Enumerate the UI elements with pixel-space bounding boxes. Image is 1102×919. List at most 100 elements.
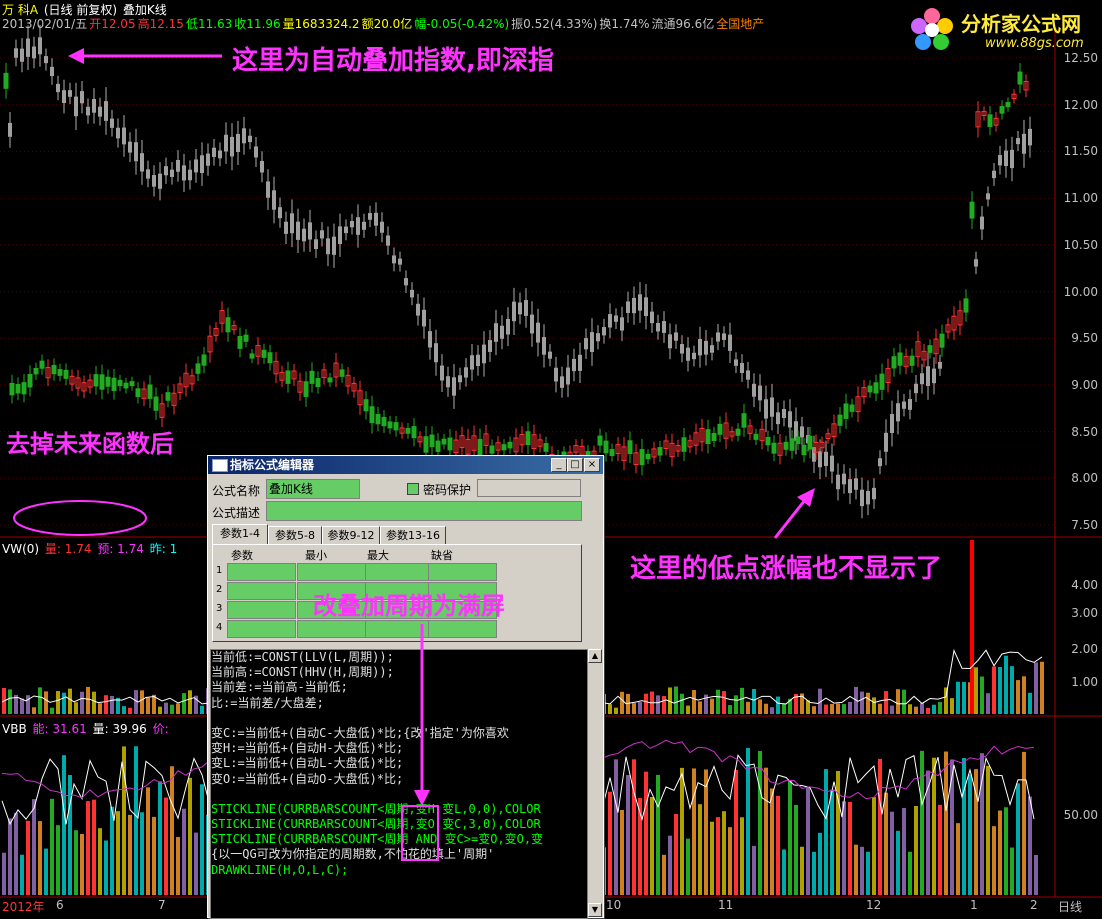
- minimize-button[interactable]: _: [551, 458, 567, 472]
- code-line[interactable]: [211, 711, 587, 726]
- flower-logo-icon: [911, 8, 953, 50]
- param-cell[interactable]: [297, 563, 366, 581]
- volume-bar: [8, 689, 12, 714]
- code-line[interactable]: 变C:=当前低+(自动C-大盘低)*比;{改'指定'为你喜欢: [211, 726, 587, 741]
- vbb-bar: [938, 804, 942, 895]
- volume-bar: [830, 703, 834, 714]
- code-scrollbar[interactable]: ▲ ▼: [588, 649, 602, 917]
- volume-bar: [842, 704, 846, 714]
- code-line[interactable]: STICKLINE(CURRBARSCOUNT<周期,变O,变C,3,0),CO…: [211, 817, 587, 832]
- code-line[interactable]: 变L:=当前低+(自动L-大盘低)*比;: [211, 756, 587, 771]
- scroll-down-icon[interactable]: ▼: [588, 903, 602, 917]
- param-cell[interactable]: [227, 582, 296, 600]
- code-line[interactable]: 当前高:=CONST(HHV(H,周期));: [211, 665, 587, 680]
- volume-bar: [1040, 661, 1044, 714]
- vbb-bar: [650, 797, 654, 895]
- param-cell[interactable]: [227, 563, 296, 581]
- volume-bar: [758, 699, 762, 714]
- volume-bar: [698, 701, 702, 714]
- stock-candle: [645, 453, 651, 460]
- volume-bar: [38, 687, 42, 714]
- volume-tick: 1.00: [1071, 675, 1098, 689]
- vbb-bar: [806, 786, 810, 895]
- stock-candle: [477, 438, 483, 456]
- param-cell[interactable]: [297, 620, 366, 638]
- stock-candle: [33, 367, 39, 375]
- volume-bar: [908, 704, 912, 714]
- index-candle: [92, 99, 96, 113]
- col-header-param: 参数: [231, 549, 253, 562]
- index-candle: [656, 322, 660, 332]
- password-checkbox[interactable]: [407, 483, 419, 495]
- code-line[interactable]: 当前低:=CONST(LLV(L,周期));: [211, 650, 587, 665]
- price-tick: 10.00: [1063, 284, 1098, 299]
- volume-bar: [620, 691, 624, 714]
- stock-candle: [639, 449, 645, 466]
- index-candle: [14, 48, 18, 58]
- index-candle: [548, 351, 552, 359]
- param-cell[interactable]: [428, 620, 497, 638]
- vbb-bar: [14, 812, 18, 895]
- index-candle: [326, 238, 330, 255]
- index-candle: [44, 56, 48, 64]
- tab-params-13-16[interactable]: 参数13-16: [380, 526, 446, 545]
- code-line[interactable]: 变H:=当前低+(自动H-大盘低)*比;: [211, 741, 587, 756]
- vbb-bar: [920, 750, 924, 895]
- param-cell[interactable]: [365, 620, 434, 638]
- code-line[interactable]: 变O:=当前低+(自动O-大盘低)*比;: [211, 772, 587, 787]
- password-input[interactable]: [477, 479, 581, 497]
- volume-bar: [764, 703, 768, 714]
- formula-editor-dialog[interactable]: 指标公式编辑器 _ □ × 公式名称 叠加K线 密码保护 公式描述 参数1-4 …: [207, 455, 604, 919]
- code-line[interactable]: 当前差:=当前高-当前低;: [211, 680, 587, 695]
- code-line[interactable]: {以一QG可改为你指定的周期数,不怕花的填上'周期': [211, 847, 587, 862]
- scroll-up-icon[interactable]: ▲: [588, 649, 602, 663]
- volume-bar: [44, 691, 48, 714]
- vbb-bar: [740, 817, 744, 895]
- tab-params-1-4[interactable]: 参数1-4: [212, 524, 268, 545]
- maximize-button[interactable]: □: [567, 458, 583, 472]
- stock-candle: [597, 435, 603, 446]
- code-line[interactable]: DRAWKLINE(H,O,L,C);: [211, 863, 587, 878]
- annotation-right: 这里的低点涨幅也不显示了: [630, 554, 943, 584]
- close-button[interactable]: ×: [584, 458, 600, 472]
- index-candle: [848, 479, 852, 494]
- vbb-bar: [968, 774, 972, 895]
- stock-candle: [1017, 71, 1023, 85]
- window-icon: [212, 459, 228, 472]
- index-candle: [938, 361, 942, 369]
- formula-desc-input[interactable]: [266, 501, 582, 521]
- vbb-bar: [176, 837, 180, 895]
- volume-bar: [104, 695, 108, 714]
- code-line[interactable]: [211, 787, 587, 802]
- stock-candle: [849, 404, 855, 412]
- param-cell[interactable]: [227, 601, 296, 619]
- col-header-min: 最小: [305, 549, 327, 562]
- index-candle: [518, 302, 522, 315]
- volume-bar: [92, 691, 96, 714]
- index-candle: [350, 220, 354, 228]
- formula-name-input[interactable]: 叠加K线: [266, 479, 360, 499]
- index-candle: [734, 359, 738, 366]
- param-cell[interactable]: [365, 563, 434, 581]
- index-candle: [224, 134, 228, 152]
- index-candle: [296, 221, 300, 240]
- param-cell[interactable]: [428, 563, 497, 581]
- vbb-bar: [908, 851, 912, 895]
- param-cell[interactable]: [227, 620, 296, 638]
- formula-code-editor[interactable]: 当前低:=CONST(LLV(L,周期)); 当前高:=CONST(HHV(H,周…: [210, 649, 588, 919]
- volume-bar: [890, 705, 894, 714]
- dialog-titlebar[interactable]: 指标公式编辑器 _ □ ×: [208, 456, 603, 474]
- index-candle: [752, 383, 756, 397]
- tab-params-5-8[interactable]: 参数5-8: [268, 526, 322, 545]
- index-candle: [704, 340, 708, 355]
- vbb-bar: [812, 851, 816, 895]
- code-line[interactable]: STICKLINE(CURRBARSCOUNT<周期,变H,变L,0,0),CO…: [211, 802, 587, 817]
- vbb-bar: [950, 759, 954, 895]
- index-candle: [884, 432, 888, 452]
- index-candle: [674, 332, 678, 341]
- tab-params-9-12[interactable]: 参数9-12: [322, 526, 380, 545]
- index-candle: [212, 147, 216, 158]
- code-line[interactable]: 比:=当前差/大盘差;: [211, 696, 587, 711]
- date-tick: 1: [970, 898, 978, 912]
- code-line[interactable]: STICKLINE(CURRBARSCOUNT<周期 AND 变C>=变O,变O…: [211, 832, 587, 847]
